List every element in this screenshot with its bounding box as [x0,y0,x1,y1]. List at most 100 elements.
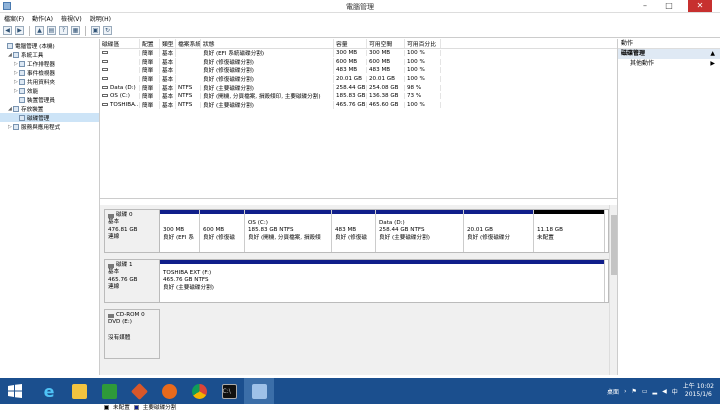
partition[interactable]: 300 MB 良好 (EFI 系 [160,210,200,252]
partition-bar [200,210,244,214]
volume-cell: 600 MB [334,58,367,65]
partition-text: 483 MB [335,227,357,234]
partition[interactable]: OS (C:) 185.83 GB NTFS 良好 (開機, 分頁檔案, 損毀傾 [245,210,332,252]
volume-icon[interactable]: ◀ [662,388,667,395]
tree-item[interactable]: ▷ 效能 [0,86,99,95]
partition[interactable]: 483 MB 良好 (修復磁 [332,210,376,252]
close-button[interactable]: ✕ [688,0,712,12]
disk-label[interactable]: CD-ROM 0 DVD (E:) 沒有媒體 [104,309,160,359]
disk-size: 476.81 GB [108,226,138,233]
menu-view[interactable]: 檢視(V) [61,14,82,23]
tree-item[interactable]: ▷ 工作排程器 [0,59,99,68]
disk-row: CD-ROM 0 DVD (E:) 沒有媒體 [104,309,609,359]
partition-text: 良好 (主要磁碟分割) [379,234,430,241]
tree-item[interactable]: ▷ 服務與應用程式 [0,122,99,131]
more-actions-item[interactable]: 其他動作 ▶ [618,59,720,69]
col-volume[interactable]: 磁碟區 [100,39,140,48]
col-status[interactable]: 狀態 [201,39,334,48]
partition-text: 良好 (主要磁碟分割) [163,284,214,291]
chrome-icon[interactable] [184,378,214,404]
col-percent-free[interactable]: 可用百分比 [405,39,441,48]
partition-text: 良好 (修復磁碟分 [467,234,511,241]
partition[interactable]: 20.01 GB 良好 (修復磁碟分 [464,210,534,252]
properties-icon[interactable]: ▤ [47,26,56,35]
volume-row[interactable]: OS (C:) 簡單 基本 NTFS 良好 (開機, 分頁檔案, 損毀傾印, 主要磁碟分… [100,92,617,101]
menu-help[interactable]: 說明(H) [90,14,111,23]
console-icon[interactable]: ▣ [91,26,100,35]
computer-management-taskbar-icon[interactable] [244,378,274,404]
partition[interactable]: 600 MB 良好 (修復磁 [200,210,245,252]
volume-rows: 簡單 基本 良好 (EFI 系統磁碟分割) 300 MB 300 MB 100 % 簡單 基本… [100,49,617,109]
legend-swatch-primary [133,404,139,410]
partition-text: Data (D:) [379,220,405,226]
partition[interactable]: Data (D:) 258.44 GB NTFS 良好 (主要磁碟分割) [376,210,464,252]
tree-item[interactable]: 裝置管理員 [0,95,99,104]
minimize-button[interactable]: – [636,0,654,12]
network-icon[interactable]: ▂ [653,388,658,395]
col-filesystem[interactable]: 檔案系統 [176,39,201,48]
disk-row: 磁碟 0 基本 476.81 GB 連線 300 MB 良好 (EFI 系 600 MB… [104,209,609,253]
back-icon[interactable]: ◀ [3,26,12,35]
vertical-scrollbar[interactable] [609,205,617,375]
volume-row[interactable]: 簡單 基本 良好 (修復磁碟分割) 600 MB 600 MB 100 % [100,57,617,67]
partition-bar [160,260,604,264]
flag-icon[interactable]: ⚑ [631,388,636,395]
chevron-icon[interactable]: › [624,388,626,395]
drive-icon [102,77,108,81]
tree-item[interactable]: ▷ 事件檢視器 [0,68,99,77]
forward-icon[interactable]: ▶ [15,26,24,35]
volume-row[interactable]: 簡單 基本 良好 (修復磁碟分割) 20.01 GB 20.01 GB 100 % [100,75,617,84]
tree-item[interactable]: ▷ 共用資料夾 [0,77,99,86]
menu-file[interactable]: 檔案(F) [4,14,24,23]
disk-label[interactable]: 磁碟 0 基本 476.81 GB 連線 [104,209,160,253]
disk-type: 基本 [108,219,120,226]
menu-action[interactable]: 動作(A) [32,14,53,23]
view-icon[interactable]: ▦ [71,26,80,35]
firefox-icon[interactable] [154,378,184,404]
desktop-label[interactable]: 桌面 [607,387,619,396]
storage-icon [13,105,19,112]
volume-row[interactable]: Data (D:) 簡單 基本 NTFS 良好 (主要磁碟分割) 258.44 GB 254… [100,83,617,92]
partition[interactable]: TOSHIBA EXT (F:) 465.76 GB NTFS 良好 (主要磁碟分割… [160,260,605,302]
tree-item-label: 效能 [27,88,39,95]
disk-management-icon [19,114,25,121]
tree-item[interactable]: 磁碟管理 [0,113,99,122]
tree-item[interactable]: ◢ 存放裝置 [0,104,99,113]
title-bar: 電腦管理 – □ ✕ [0,0,720,13]
up-folder-icon[interactable]: ▲ [35,26,44,35]
chevron-up-icon[interactable]: ▲ [710,49,715,59]
help-icon[interactable]: ? [59,26,68,35]
media-icon[interactable] [124,378,154,404]
volume-cell: 483 MB [334,67,367,74]
disk-label[interactable]: 磁碟 1 基本 465.76 GB 連線 [104,259,160,303]
store-icon[interactable] [94,378,124,404]
volume-cell: 465.60 GB [367,101,405,108]
volume-cell [100,58,140,65]
partition-bar [376,210,463,214]
volume-cell: 20.01 GB [367,76,405,83]
actions-group-disk-management[interactable]: 磁碟管理 ▲ [618,49,720,59]
ime-icon[interactable]: 中 [672,387,678,396]
file-explorer-icon[interactable] [64,378,94,404]
command-prompt-icon[interactable]: C:\ [214,378,244,404]
col-type[interactable]: 類型 [160,39,176,48]
col-capacity[interactable]: 容量 [334,39,367,48]
maximize-button[interactable]: □ [660,0,678,12]
volume-row[interactable]: TOSHIBA... 簡單 基本 NTFS 良好 (主要磁碟分割) 465.76 GB 46… [100,100,617,110]
volume-row[interactable]: 簡單 基本 良好 (修復磁碟分割) 483 MB 483 MB 100 % [100,66,617,75]
col-layout[interactable]: 配置 [140,39,160,48]
windows-start-icon[interactable] [0,378,30,404]
partition-text: TOSHIBA EXT (F:) [163,270,212,276]
col-free-space[interactable]: 可用空間 [367,39,405,48]
tree-item[interactable]: 電腦管理 (本機) [0,41,99,50]
tree-item[interactable]: ◢ 系統工具 [0,50,99,59]
partition-bar [534,210,604,214]
unallocated-partition[interactable]: 11.18 GB 未配置 [534,210,605,252]
disk-name: CD-ROM 0 [116,312,145,318]
refresh-icon[interactable]: ↻ [103,26,112,35]
internet-explorer-icon[interactable]: e [34,378,64,404]
battery-icon[interactable]: ▭ [642,388,648,395]
clock[interactable]: 上午 10:02 2015/1/6 [683,383,714,399]
volume-row[interactable]: 簡單 基本 良好 (EFI 系統磁碟分割) 300 MB 300 MB 100 % [100,49,617,58]
partition-text: 良好 (修復磁 [335,234,367,241]
